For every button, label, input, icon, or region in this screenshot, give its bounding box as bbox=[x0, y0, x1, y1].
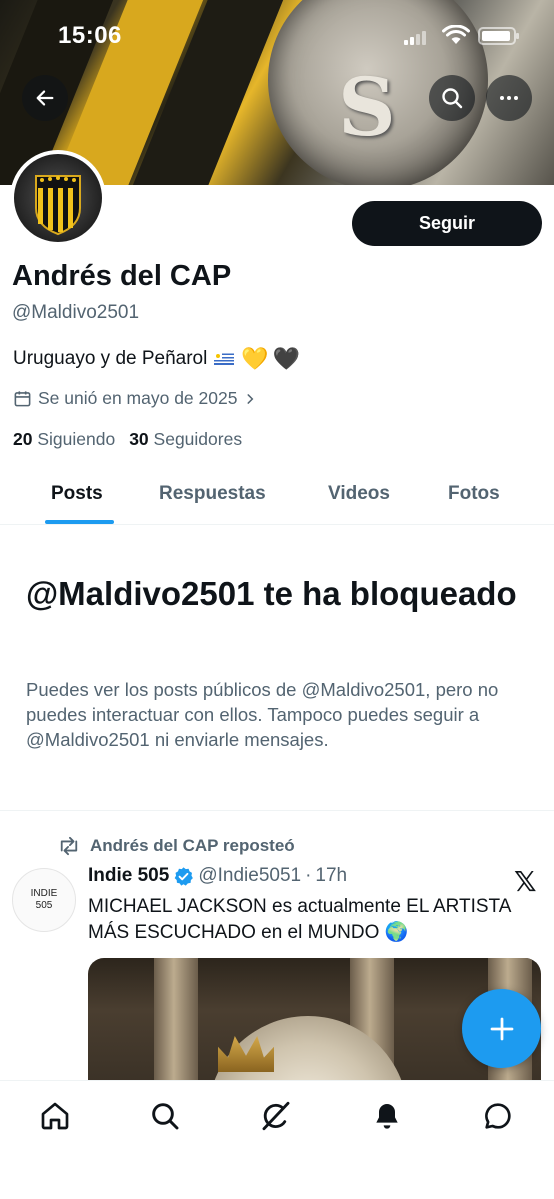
repost-indicator[interactable]: Andrés del CAP reposteó bbox=[58, 836, 295, 856]
tab-respuestas[interactable]: Respuestas bbox=[159, 483, 266, 505]
profile-tabs: Posts Respuestas Videos Fotos bbox=[0, 465, 554, 525]
repost-label: Andrés del CAP reposteó bbox=[90, 836, 295, 855]
home-icon bbox=[41, 1102, 69, 1130]
compose-button[interactable] bbox=[462, 989, 541, 1068]
profile-bio: Uruguayo y de Peñarol 💛 🖤 bbox=[13, 348, 300, 370]
post-author-handle: @Indie5051 bbox=[198, 865, 302, 886]
following-count: 20 bbox=[13, 429, 33, 449]
status-time: 15:06 bbox=[58, 22, 122, 49]
tab-fotos[interactable]: Fotos bbox=[448, 483, 500, 505]
blocked-title: @Maldivo2501 te ha bloqueado bbox=[26, 575, 517, 612]
post-author-name[interactable]: Indie 505 bbox=[88, 865, 169, 887]
battery-icon bbox=[478, 27, 519, 45]
wifi-icon bbox=[442, 25, 470, 44]
joined-text: Se unió en mayo de 2025 bbox=[38, 388, 238, 408]
tab-videos[interactable]: Videos bbox=[328, 483, 390, 505]
nav-home[interactable] bbox=[38, 1099, 72, 1133]
repost-icon bbox=[60, 836, 78, 856]
nav-grok[interactable] bbox=[259, 1099, 293, 1133]
post-header: Indie 505 @Indie5051 · 17h bbox=[88, 865, 347, 887]
search-button[interactable] bbox=[429, 75, 475, 121]
nav-notifications[interactable] bbox=[370, 1099, 404, 1133]
profile-avatar[interactable] bbox=[10, 150, 106, 246]
profile-display-name: Andrés del CAP bbox=[12, 260, 232, 292]
avatar-text: 505 bbox=[35, 900, 53, 911]
search-icon bbox=[152, 1103, 179, 1130]
calendar-icon bbox=[14, 391, 31, 407]
active-tab-indicator bbox=[45, 520, 114, 524]
bottom-navigation bbox=[0, 1080, 554, 1199]
followers-label: Seguidores bbox=[153, 429, 243, 449]
divider bbox=[0, 810, 554, 811]
messages-icon bbox=[485, 1103, 511, 1129]
post-separator: · bbox=[305, 865, 312, 886]
search-icon bbox=[442, 88, 463, 109]
verified-badge-icon bbox=[174, 866, 194, 886]
joined-date[interactable]: Se unió en mayo de 2025 bbox=[13, 388, 257, 409]
penarol-crest-icon bbox=[35, 175, 81, 236]
bio-text: Uruguayo y de Peñarol bbox=[13, 348, 208, 369]
blocked-message: Puedes ver los posts públicos de @Maldiv… bbox=[26, 679, 499, 750]
status-bar: 15:06 bbox=[0, 0, 554, 70]
more-icon bbox=[500, 96, 518, 100]
following-label: Siguiendo bbox=[37, 429, 116, 449]
plus-icon bbox=[490, 1017, 513, 1040]
follow-button[interactable]: Seguir bbox=[352, 201, 542, 246]
followers-link[interactable]: 30 Seguidores bbox=[129, 429, 242, 450]
arrow-left-icon bbox=[36, 90, 54, 106]
followers-count: 30 bbox=[129, 429, 149, 449]
nav-messages[interactable] bbox=[481, 1099, 515, 1133]
yellow-heart-emoji: 💛 bbox=[241, 346, 269, 371]
post-text: MICHAEL JACKSON es actualmente EL ARTIST… bbox=[88, 896, 511, 943]
profile-handle: @Maldivo2501 bbox=[12, 302, 140, 323]
post-time: 17h bbox=[315, 865, 348, 886]
following-link[interactable]: 20 Siguiendo bbox=[13, 429, 115, 450]
follow-stats: 20 Siguiendo 30 Seguidores bbox=[13, 429, 242, 450]
image-column bbox=[154, 958, 198, 1088]
avatar-text: INDIE bbox=[30, 888, 58, 899]
tab-posts[interactable]: Posts bbox=[51, 483, 103, 505]
banner-badge-figure: S bbox=[338, 60, 396, 154]
more-button[interactable] bbox=[486, 75, 532, 121]
black-heart-emoji: 🖤 bbox=[272, 346, 301, 371]
uruguay-flag-icon bbox=[214, 352, 235, 366]
grok-icon bbox=[262, 1101, 290, 1131]
notifications-icon bbox=[376, 1104, 398, 1129]
nav-search[interactable] bbox=[148, 1099, 182, 1133]
back-button[interactable] bbox=[22, 75, 68, 121]
post-author-avatar[interactable]: INDIE 505 bbox=[12, 868, 76, 932]
chevron-right-icon bbox=[247, 393, 254, 404]
